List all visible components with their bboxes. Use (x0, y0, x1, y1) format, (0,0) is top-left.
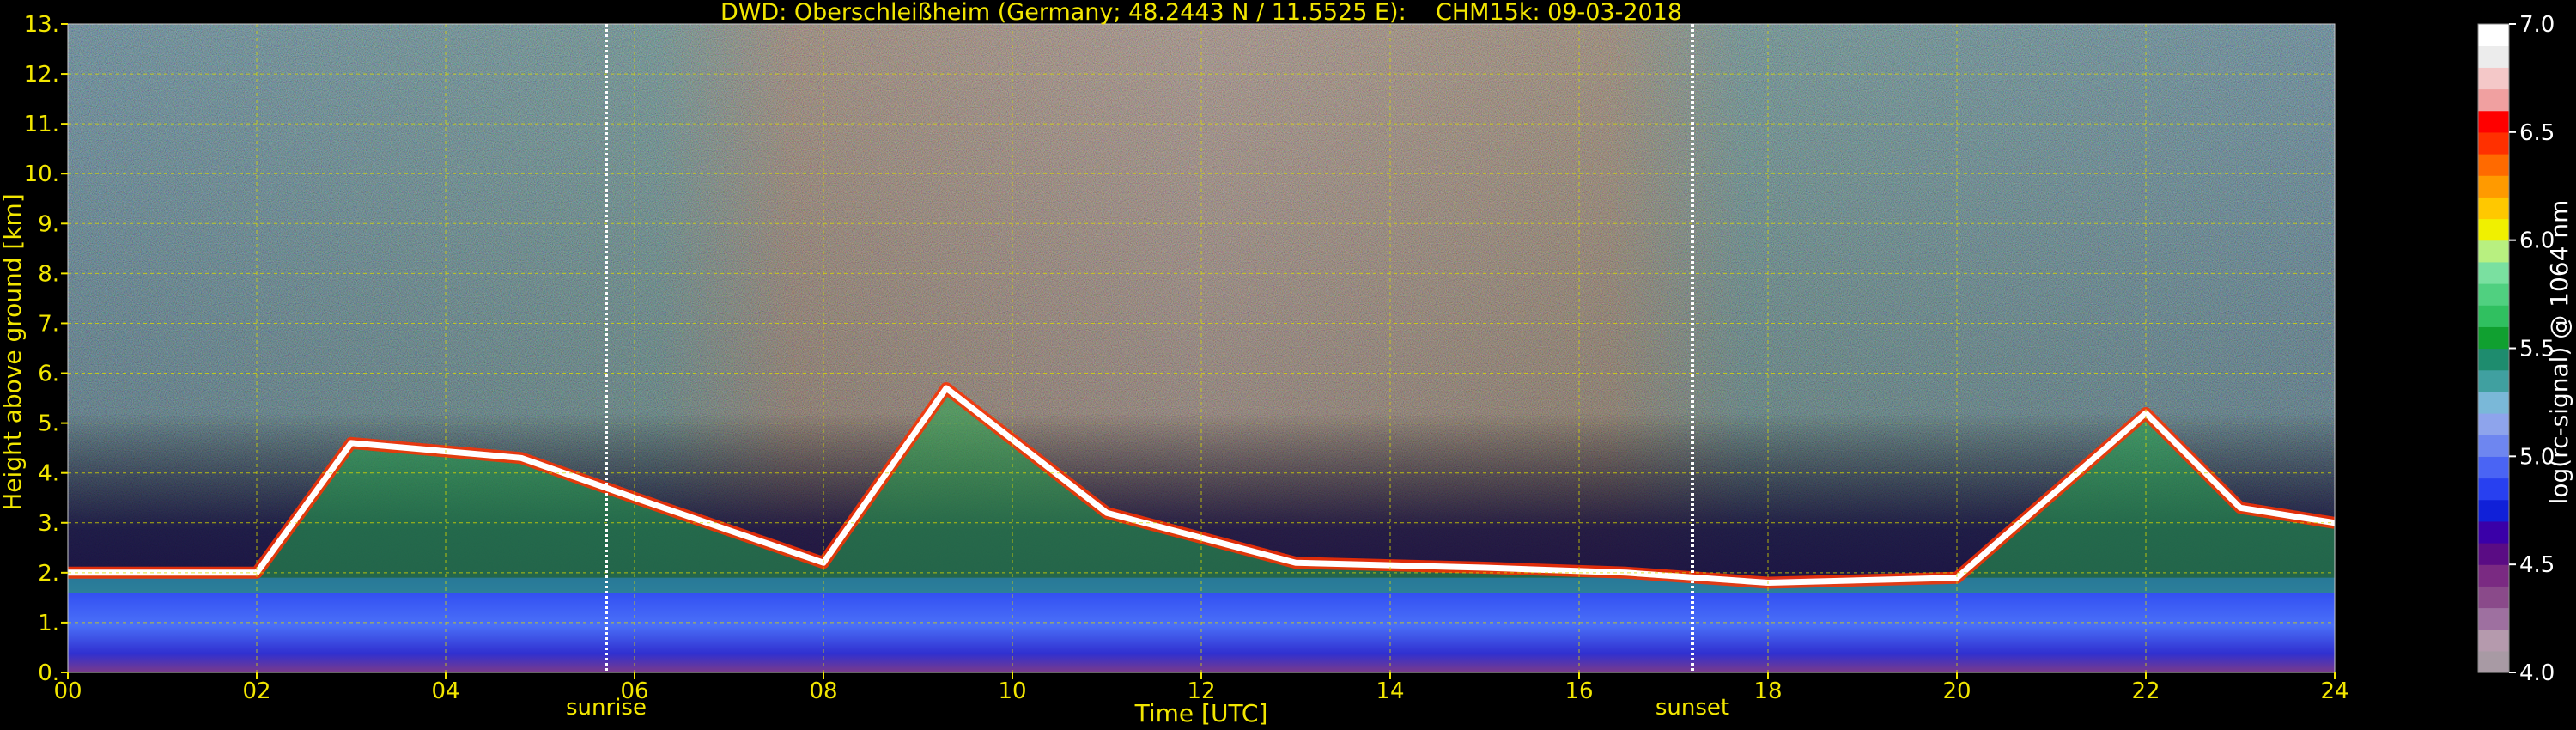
y-tick-label: 6. (38, 362, 59, 387)
colorbar-segment (2478, 240, 2509, 263)
colorbar-tick-label: 7.0 (2519, 12, 2555, 38)
colorbar-segment (2478, 391, 2509, 414)
colorbar-label: log(rc-signal) @ 1064 nm (2545, 200, 2573, 505)
colorbar-segment (2478, 261, 2509, 284)
x-tick-label: 04 (431, 678, 459, 704)
colorbar-segment (2478, 543, 2509, 565)
colorbar-segment (2478, 175, 2509, 198)
y-tick-label: 2. (38, 561, 59, 587)
colorbar-segment (2478, 283, 2509, 306)
colorbar-segment (2478, 499, 2509, 522)
colorbar-segment (2478, 369, 2509, 392)
colorbar-tick-label: 4.0 (2519, 660, 2555, 686)
colorbar-segment (2478, 586, 2509, 609)
y-tick-label: 1. (38, 611, 59, 636)
x-tick-label: 08 (809, 678, 837, 704)
x-tick-label: 24 (2320, 678, 2348, 704)
colorbar-segment (2478, 520, 2509, 544)
sunrise-label: sunrise (566, 695, 647, 721)
colorbar-segment (2478, 607, 2509, 630)
colorbar-segment (2478, 478, 2509, 501)
x-axis-label: Time [UTC] (1134, 699, 1268, 727)
y-tick-label: 13. (24, 12, 59, 38)
colorbar-segment (2478, 650, 2509, 673)
colorbar-segment (2478, 629, 2509, 652)
colorbar-tick-label: 4.5 (2519, 552, 2555, 578)
y-tick-label: 11. (24, 112, 59, 137)
colorbar-segment (2478, 67, 2509, 90)
y-tick-label: 7. (38, 311, 59, 337)
colorbar-segment (2478, 413, 2509, 435)
y-tick-label: 9. (38, 211, 59, 237)
x-tick-label: 22 (2131, 678, 2160, 704)
colorbar-tick-label: 6.5 (2519, 120, 2555, 146)
colorbar-segment (2478, 88, 2509, 112)
colorbar-segment (2478, 456, 2509, 479)
x-tick-label: 16 (1564, 678, 1593, 704)
y-tick-label: 8. (38, 261, 59, 287)
colorbar-segment (2478, 197, 2509, 220)
y-tick-label: 3. (38, 511, 59, 537)
y-tick-label: 4. (38, 461, 59, 487)
x-tick-label: 18 (1753, 678, 1782, 704)
x-tick-label: 14 (1376, 678, 1404, 704)
x-tick-label: 00 (53, 678, 82, 704)
x-tick-label: 10 (998, 678, 1026, 704)
colorbar-segment (2478, 564, 2509, 587)
colorbar-segment (2478, 110, 2509, 133)
colorbar-segment (2478, 24, 2509, 46)
colorbar: 4.04.55.05.56.06.57.0 (2477, 12, 2555, 686)
x-tick-label: 20 (1942, 678, 1971, 704)
lidar-chart: 0.1.2.3.4.5.6.7.8.9.10.11.12.13. 00 02 04 0… (0, 0, 2573, 727)
y-tick-label: 12. (24, 62, 59, 88)
colorbar-segment (2478, 154, 2509, 176)
y-axis-label: Height above ground [km] (0, 193, 27, 511)
sunset-label: sunset (1656, 695, 1729, 721)
colorbar-segment (2478, 435, 2509, 457)
colorbar-segment (2478, 131, 2509, 155)
colorbar-segment (2478, 348, 2509, 371)
colorbar-segment (2478, 218, 2509, 241)
colorbar-segment (2478, 326, 2509, 350)
colorbar-segment (2478, 305, 2509, 327)
colorbar-segment (2478, 46, 2509, 68)
chart-title: DWD: Oberschleißheim (Germany; 48.2443 N… (720, 0, 1682, 26)
y-tick-label: 10. (24, 161, 59, 187)
y-tick-label: 5. (38, 411, 59, 437)
x-tick-label: 02 (242, 678, 270, 704)
